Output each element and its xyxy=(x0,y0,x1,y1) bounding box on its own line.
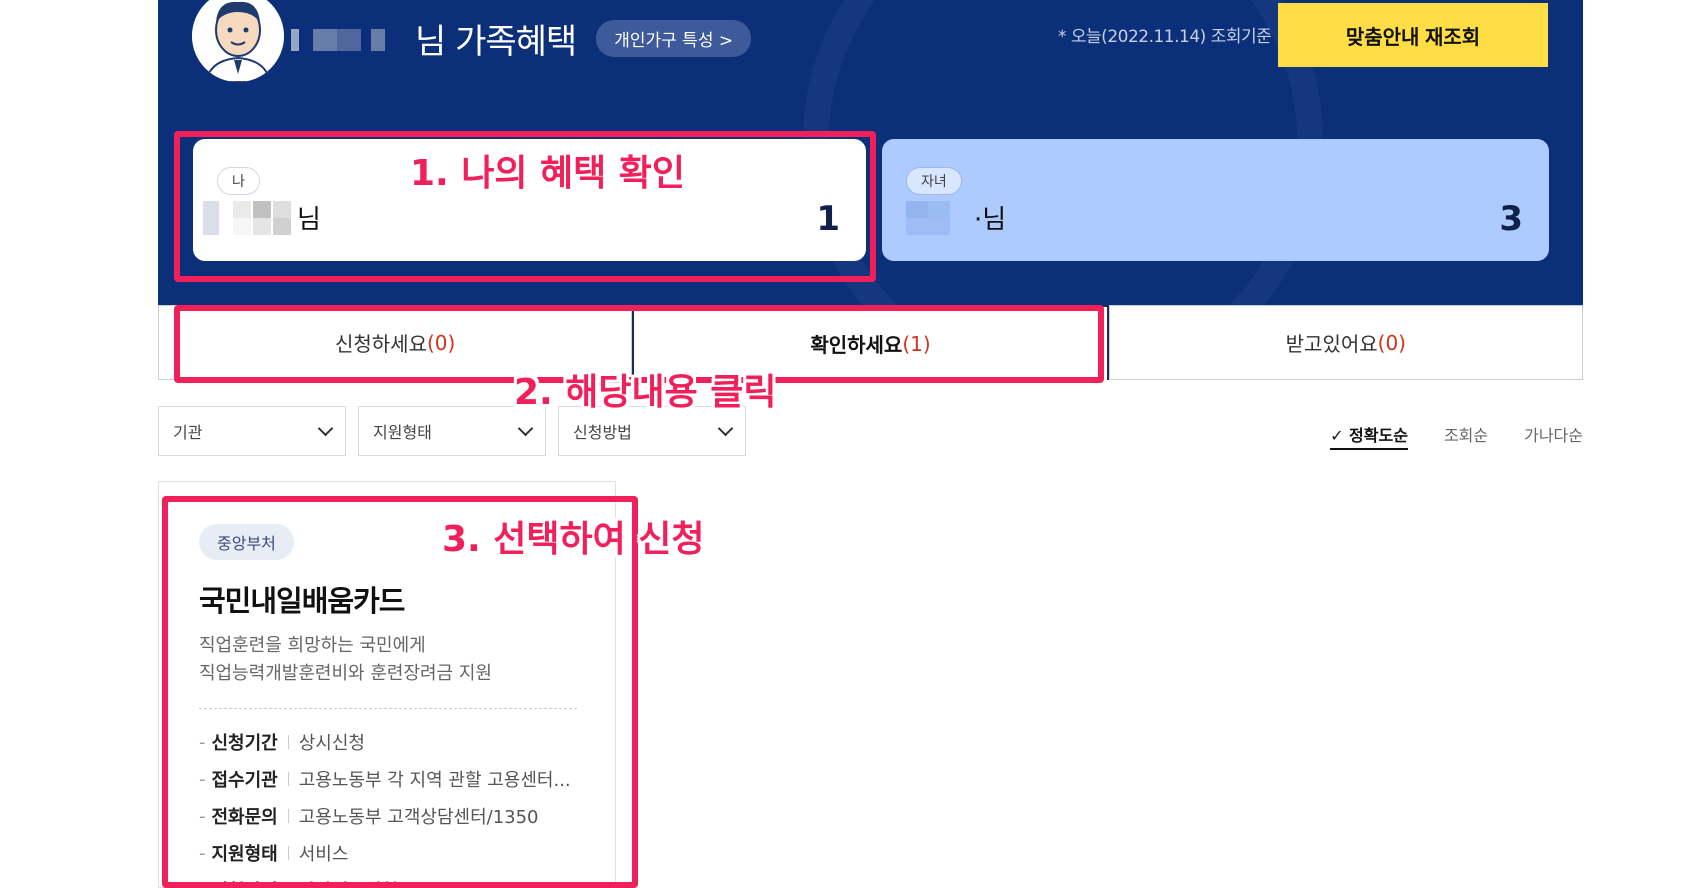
member-name-suffix: 님 xyxy=(297,205,321,235)
step1-callout: 1. 나의 혜택 확인 xyxy=(410,153,686,194)
title-suffix: 님 가족혜택 xyxy=(415,21,577,62)
page-title: 님 가족혜택 개인가구 특성 > xyxy=(283,8,752,68)
member-name: ·님 xyxy=(906,199,1006,236)
info-row-period: - 신청기간 상시신청 xyxy=(199,731,365,755)
member-benefit-count: 1 xyxy=(816,199,840,239)
member-card-child[interactable]: 자녀 ·님 3 xyxy=(882,139,1549,261)
family-benefit-header: 님 가족혜택 개인가구 특성 > * 오늘(2022.11.14) 조회기준 맞… xyxy=(158,0,1583,305)
info-row-support-type: - 지원형태 서비스 xyxy=(199,842,349,866)
sort-options: ✓ 정확도순 조회순 가나다순 xyxy=(1330,422,1583,450)
sort-alphabetical[interactable]: 가나다순 xyxy=(1524,422,1583,450)
card-divider xyxy=(199,708,577,709)
chevron-down-icon xyxy=(317,420,334,436)
query-date-note: * 오늘(2022.11.14) 조회기준 xyxy=(1058,27,1272,47)
tab-receiving[interactable]: 받고있어요 (0) xyxy=(1108,305,1583,380)
sort-views[interactable]: 조회순 xyxy=(1444,422,1488,450)
masked-member-name xyxy=(906,200,970,235)
member-name: 님 xyxy=(203,199,321,236)
member-benefit-count: 3 xyxy=(1499,199,1523,239)
user-avatar xyxy=(192,0,284,82)
info-row-apply-method: -신청방법타사이트신청 xyxy=(199,877,577,888)
chevron-down-icon xyxy=(717,420,734,436)
masked-member-name xyxy=(203,200,293,235)
member-role-chip: 나 xyxy=(217,167,260,195)
member-role-chip: 자녀 xyxy=(906,167,962,195)
step3-callout: 3. 선택하여 신청 xyxy=(442,519,705,560)
masked-user-name xyxy=(283,17,405,59)
external-site-apply-link[interactable]: 타사이트신청 xyxy=(299,877,398,888)
step2-callout: 2. 해당내용 클릭 xyxy=(514,372,777,413)
agency-chip: 중앙부처 xyxy=(199,524,294,560)
requery-button[interactable]: 맞춤안내 재조회 xyxy=(1278,3,1548,67)
benefit-description: 직업훈련을 희망하는 국민에게 직업능력개발훈련비와 훈련장려금 지원 xyxy=(199,635,492,684)
agency-filter-select[interactable]: 기관 xyxy=(158,406,346,456)
info-row-office: - 접수기관 고용노동부 각 지역 관할 고용센터... xyxy=(199,768,571,792)
sort-accuracy[interactable]: ✓ 정확도순 xyxy=(1330,422,1408,450)
benefit-title[interactable]: 국민내일배움카드 xyxy=(199,578,577,620)
info-row-phone: - 전화문의 고용노동부 고객상담센터/1350 xyxy=(199,805,539,829)
household-trait-button[interactable]: 개인가구 특성 > xyxy=(596,19,752,57)
person-icon xyxy=(192,0,284,82)
benefit-status-tabs: 신청하세요 (0) 확인하세요 (1) 받고있어요 (0) xyxy=(158,305,1583,380)
member-name-suffix: ·님 xyxy=(974,205,1007,235)
chevron-down-icon xyxy=(517,420,534,436)
